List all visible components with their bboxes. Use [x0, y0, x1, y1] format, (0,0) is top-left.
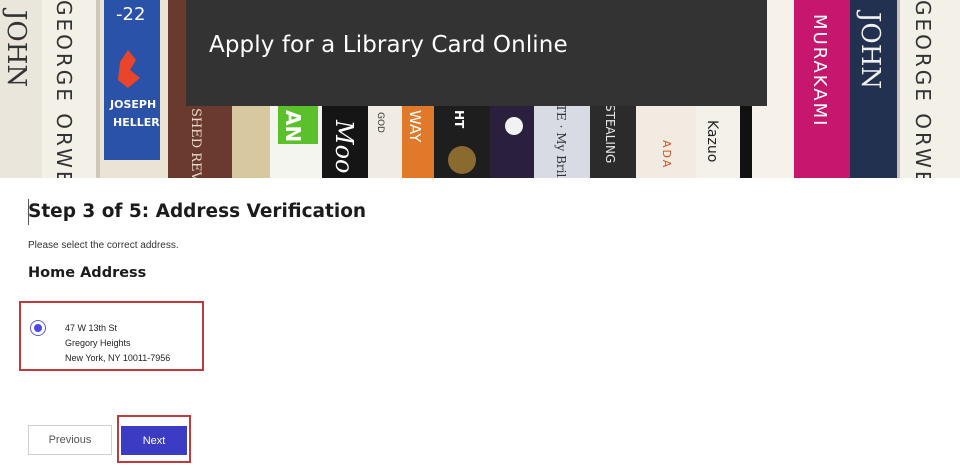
address-option[interactable]: 47 W 13th St Gregory Heights New York, N… [19, 301, 204, 371]
step-instructions: Please select the correct address. [28, 240, 179, 251]
home-address-heading: Home Address [28, 265, 147, 281]
address-line-city: New York, NY 10011-7956 [65, 353, 171, 363]
spine-text-john-left: JOHN [1, 7, 31, 87]
address-text: 47 W 13th St Gregory Heights New York, N… [65, 321, 170, 366]
address-line-street: 47 W 13th St [65, 323, 118, 333]
spine-text-adam: ADA [660, 140, 673, 169]
radio-selected-dot [34, 324, 42, 332]
spine-text-orwell-right: GEORGE ORWELL [911, 0, 935, 178]
spine-text-heller-2: HELLER [113, 116, 160, 129]
spine-text-kazuo: Kazuo [704, 120, 720, 162]
spine-text-shed: SHED REVE [188, 108, 203, 178]
spine-text-murakami: MURAKAMI [809, 14, 830, 127]
spine-text-way: WAY [406, 110, 424, 143]
address-line-neighborhood: Gregory Heights [65, 338, 131, 348]
spine-text-an: AN [281, 110, 305, 142]
spine-text-heller-1: JOSEPH [109, 98, 156, 111]
next-button[interactable]: Next [121, 426, 187, 455]
spine-text-brilli: TE · My Brilli [554, 104, 568, 178]
page-title: Apply for a Library Card Online [209, 32, 568, 58]
spine-text-stealing: STEALING [603, 104, 617, 163]
spine-text-orwell-left: GEORGE ORWELL [52, 0, 76, 178]
spine-text-ht: HT [452, 110, 466, 129]
header-banner: JOHN GEORGE ORWELL -22 JOSEPH HELLER SHE… [0, 0, 960, 178]
spine-text-god: GOD [375, 112, 385, 133]
address-radio-button[interactable] [30, 320, 46, 336]
previous-button[interactable]: Previous [28, 425, 112, 455]
spine-text-john-right: JOHN [855, 9, 885, 89]
spine-text-heller-num: -22 [116, 4, 145, 25]
banner-title-box: Apply for a Library Card Online [186, 0, 767, 106]
spine-text-moo: Moo [330, 119, 358, 173]
step-title: Step 3 of 5: Address Verification [28, 201, 367, 222]
